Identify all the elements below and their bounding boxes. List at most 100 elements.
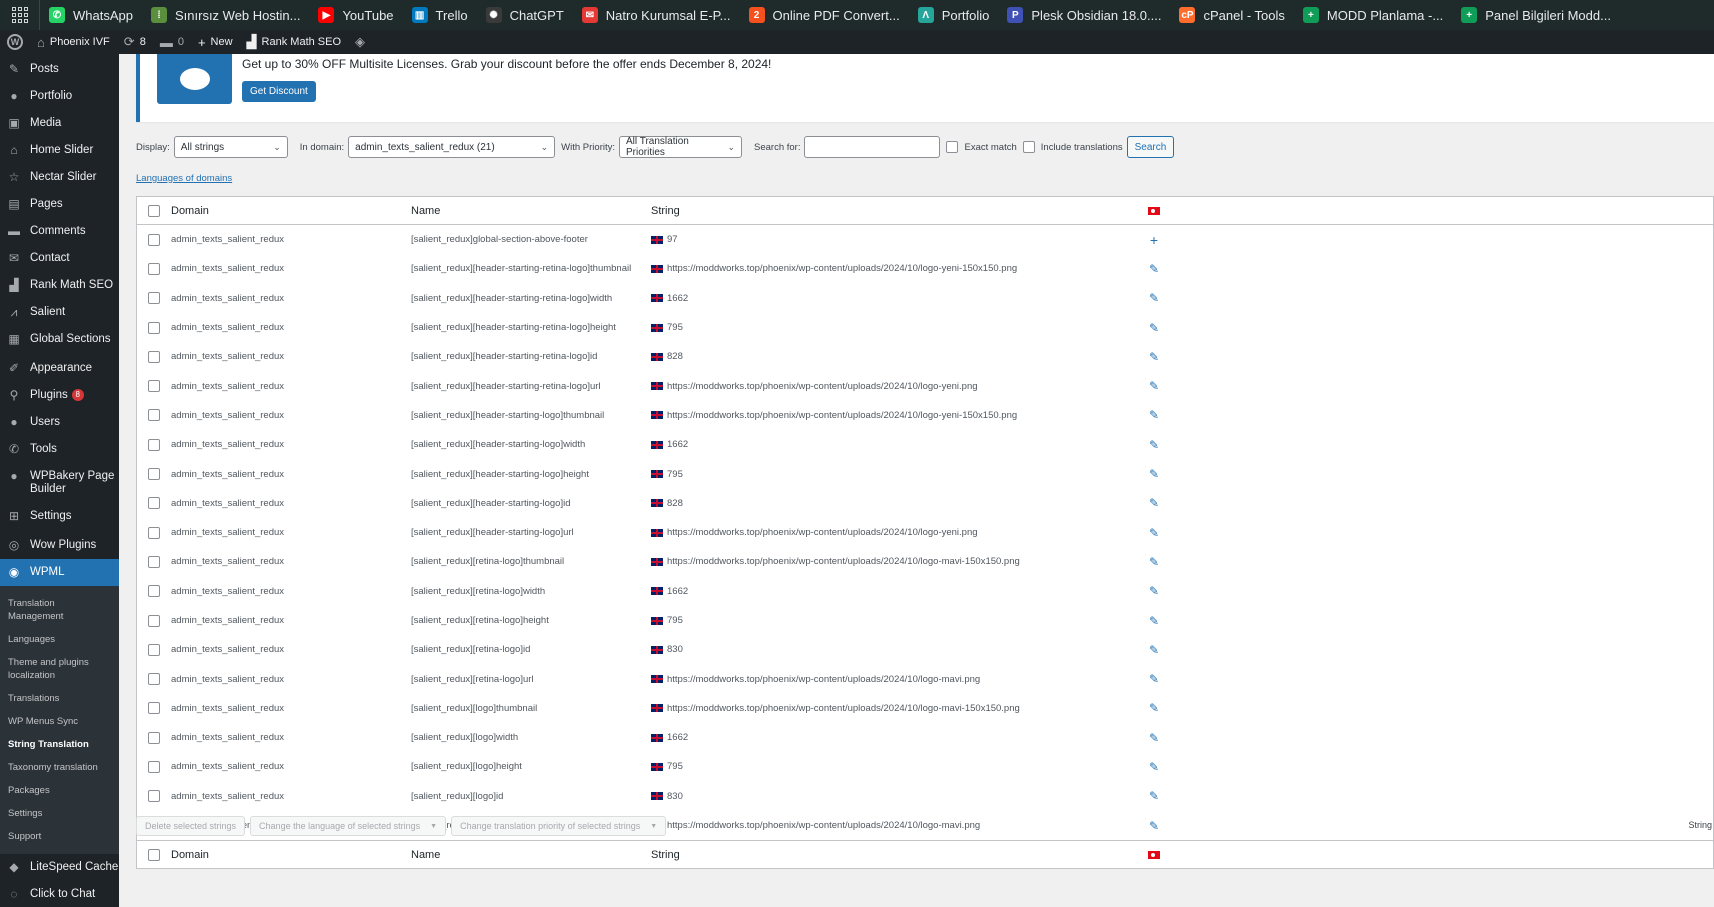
submenu-item-taxonomy-translation[interactable]: Taxonomy translation (0, 756, 119, 779)
edit-translation-icon[interactable]: ✎ (1149, 379, 1159, 393)
edit-translation-icon[interactable]: ✎ (1149, 760, 1159, 774)
sidebar-item-plugins[interactable]: ⚲ Plugins 8 (0, 382, 119, 409)
row-checkbox[interactable] (148, 438, 160, 451)
sidebar-item-pages[interactable]: ▤ Pages (0, 191, 119, 218)
bookmark-item[interactable]: cP cPanel - Tools (1170, 0, 1293, 30)
get-discount-button[interactable]: Get Discount (242, 81, 316, 102)
display-select[interactable]: All strings ⌄ (173, 136, 288, 158)
sidebar-item-click-to-chat[interactable]: ◌ Click to Chat (0, 881, 119, 907)
edit-translation-icon[interactable]: ✎ (1149, 789, 1159, 803)
sidebar-item-users[interactable]: ● Users (0, 409, 119, 436)
row-checkbox[interactable] (148, 643, 160, 656)
sidebar-item-comments[interactable]: ▬ Comments (0, 218, 119, 245)
comments-link[interactable]: ▬ 0 (153, 30, 191, 54)
delete-selected-button[interactable]: Delete selected strings (136, 816, 246, 836)
updates-link[interactable]: ⟳ 8 (117, 30, 153, 54)
row-checkbox[interactable] (148, 702, 160, 715)
change-priority-select[interactable]: Change translation priority of selected … (451, 816, 667, 836)
bookmark-item[interactable]: ✺ ChatGPT (477, 0, 573, 30)
row-checkbox[interactable] (148, 585, 160, 598)
sidebar-item-media[interactable]: ▣ Media (0, 110, 119, 137)
bookmark-item[interactable]: + MODD Planlama -... (1294, 0, 1452, 30)
submenu-item-languages[interactable]: Languages (0, 628, 119, 651)
row-checkbox[interactable] (148, 350, 160, 363)
domain-select[interactable]: admin_texts_salient_redux (21) ⌄ (348, 136, 556, 158)
row-checkbox[interactable] (148, 409, 160, 422)
submenu-item-translation-management[interactable]: Translation Management (0, 592, 119, 628)
edit-translation-icon[interactable]: ✎ (1149, 731, 1159, 745)
bookmark-item[interactable]: + Panel Bilgileri Modd... (1452, 0, 1620, 30)
sidebar-item-nectar-slider[interactable]: ☆ Nectar Slider (0, 164, 119, 191)
sidebar-item-wow-plugins[interactable]: ◎ Wow Plugins (0, 532, 119, 559)
submenu-item-string-translation[interactable]: String Translation (0, 733, 119, 756)
sidebar-item-salient[interactable]: ⩘ Salient (0, 299, 119, 326)
row-checkbox[interactable] (148, 262, 160, 275)
edit-translation-icon[interactable]: ✎ (1149, 496, 1159, 510)
submenu-item-wp-menus-sync[interactable]: WP Menus Sync (0, 710, 119, 733)
edit-translation-icon[interactable]: ✎ (1149, 262, 1159, 276)
select-all-footer-checkbox[interactable] (148, 848, 160, 861)
submenu-item-translations[interactable]: Translations (0, 687, 119, 710)
row-checkbox[interactable] (148, 380, 160, 393)
row-checkbox[interactable] (148, 731, 160, 744)
wp-logo-menu[interactable]: W (0, 30, 30, 54)
row-checkbox[interactable] (148, 614, 160, 627)
exact-match-checkbox[interactable] (946, 141, 959, 153)
submenu-item-settings[interactable]: Settings (0, 802, 119, 825)
rankmath-link[interactable]: ▟ Rank Math SEO (240, 30, 348, 54)
languages-of-domains-link[interactable]: Languages of domains (136, 173, 232, 184)
sidebar-item-litespeed-cache[interactable]: ◆ LiteSpeed Cache (0, 854, 119, 881)
sidebar-item-posts[interactable]: ✎ Posts (0, 56, 119, 83)
bookmark-item[interactable]: ▥ Trello (403, 0, 477, 30)
sidebar-item-home-slider[interactable]: ⌂ Home Slider (0, 137, 119, 164)
sidebar-item-appearance[interactable]: ✐ Appearance (0, 355, 119, 382)
select-all-checkbox[interactable] (148, 204, 160, 217)
edit-translation-icon[interactable]: ✎ (1149, 526, 1159, 540)
edit-translation-icon[interactable]: ✎ (1149, 350, 1159, 364)
row-checkbox[interactable] (148, 468, 160, 481)
edit-translation-icon[interactable]: ✎ (1149, 291, 1159, 305)
edit-translation-icon[interactable]: ✎ (1149, 701, 1159, 715)
sidebar-item-wpbakery-page-builder[interactable]: ● WPBakery Page Builder (0, 463, 119, 503)
sidebar-item-rank-math-seo[interactable]: ▟ Rank Math SEO (0, 272, 119, 299)
sidebar-item-contact[interactable]: ✉ Contact (0, 245, 119, 272)
sidebar-item-tools[interactable]: ✆ Tools (0, 436, 119, 463)
edit-translation-icon[interactable]: ✎ (1149, 672, 1159, 686)
change-language-select[interactable]: Change the language of selected strings ▼ (250, 816, 447, 836)
edit-translation-icon[interactable]: ✎ (1149, 643, 1159, 657)
row-checkbox[interactable] (148, 292, 160, 305)
bookmark-item[interactable]: ⁞ Sınırsız Web Hostin... (142, 0, 309, 30)
sidebar-item-global-sections[interactable]: ▦ Global Sections (0, 326, 119, 353)
row-checkbox[interactable] (148, 790, 160, 803)
submenu-item-packages[interactable]: Packages (0, 779, 119, 802)
edit-translation-icon[interactable]: ✎ (1149, 438, 1159, 452)
search-input[interactable] (804, 136, 941, 158)
edit-translation-icon[interactable]: ✎ (1149, 321, 1159, 335)
search-button[interactable]: Search (1126, 136, 1175, 158)
row-checkbox[interactable] (148, 526, 160, 539)
bookmark-item[interactable]: P Plesk Obsidian 18.0.... (998, 0, 1170, 30)
row-checkbox[interactable] (148, 497, 160, 510)
bookmark-item[interactable]: ✆ WhatsApp (40, 0, 142, 30)
add-translation-icon[interactable]: + (1150, 232, 1158, 248)
bookmark-item[interactable]: ▶ YouTube (309, 0, 402, 30)
include-translations-checkbox[interactable] (1022, 141, 1035, 153)
submenu-item-theme-and-plugins-localization[interactable]: Theme and plugins localization (0, 651, 119, 687)
diamond-menu[interactable]: ◈ (348, 30, 377, 54)
row-checkbox[interactable] (148, 673, 160, 686)
edit-translation-icon[interactable]: ✎ (1149, 555, 1159, 569)
sidebar-item-wpml[interactable]: ◉ WPML (0, 559, 119, 586)
row-checkbox[interactable] (148, 555, 160, 568)
edit-translation-icon[interactable]: ✎ (1149, 408, 1159, 422)
edit-translation-icon[interactable]: ✎ (1149, 614, 1159, 628)
priority-select[interactable]: All Translation Priorities ⌄ (619, 136, 743, 158)
row-checkbox[interactable] (148, 321, 160, 334)
bookmark-item[interactable]: ✉ Natro Kurumsal E-P... (573, 0, 740, 30)
edit-translation-icon[interactable]: ✎ (1149, 467, 1159, 481)
sidebar-item-settings[interactable]: ⊞ Settings (0, 503, 119, 530)
sidebar-item-portfolio[interactable]: ● Portfolio (0, 83, 119, 110)
apps-button[interactable] (0, 0, 40, 30)
new-content-link[interactable]: + New (191, 30, 240, 54)
row-checkbox[interactable] (148, 233, 160, 246)
bookmark-item[interactable]: Λ Portfolio (909, 0, 999, 30)
